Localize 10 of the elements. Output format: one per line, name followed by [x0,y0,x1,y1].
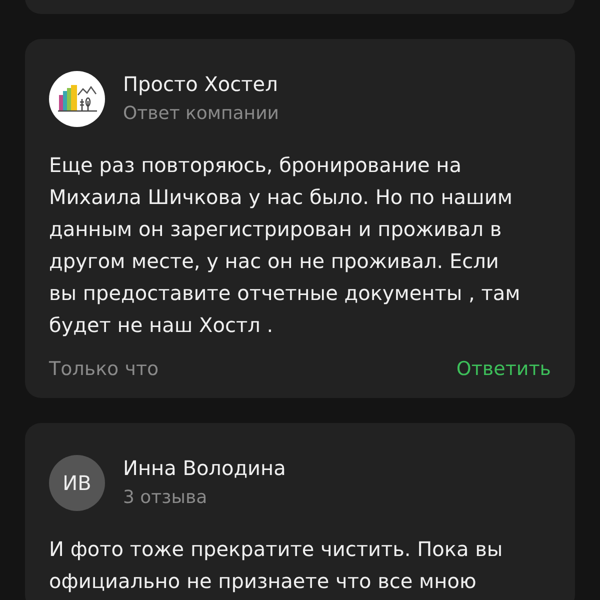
avatar: ИВ [49,454,105,510]
author-subtitle: 3 отзыва [123,486,208,510]
author-name: Инна Володина [123,454,286,482]
author-subtitle: Ответ компании [123,102,279,126]
review-text: Еще раз повторяюсь, бронирование на Михаила Шичкова у нас было. Но по нашим данным он зарегистрирован и проживал в другом месте, у нас он не проживал. Если вы предоставите отчетные документы , там будет не наш Хостл . [49,152,522,339]
reply-link[interactable]: Ответить [456,355,551,384]
review-text: И фото тоже прекратите чистить. Пока вы официально не признаете что все мною [49,536,504,594]
logo-icon [49,71,105,127]
author-name: Просто Хостел [123,71,279,98]
timestamp: Только что [49,357,159,382]
